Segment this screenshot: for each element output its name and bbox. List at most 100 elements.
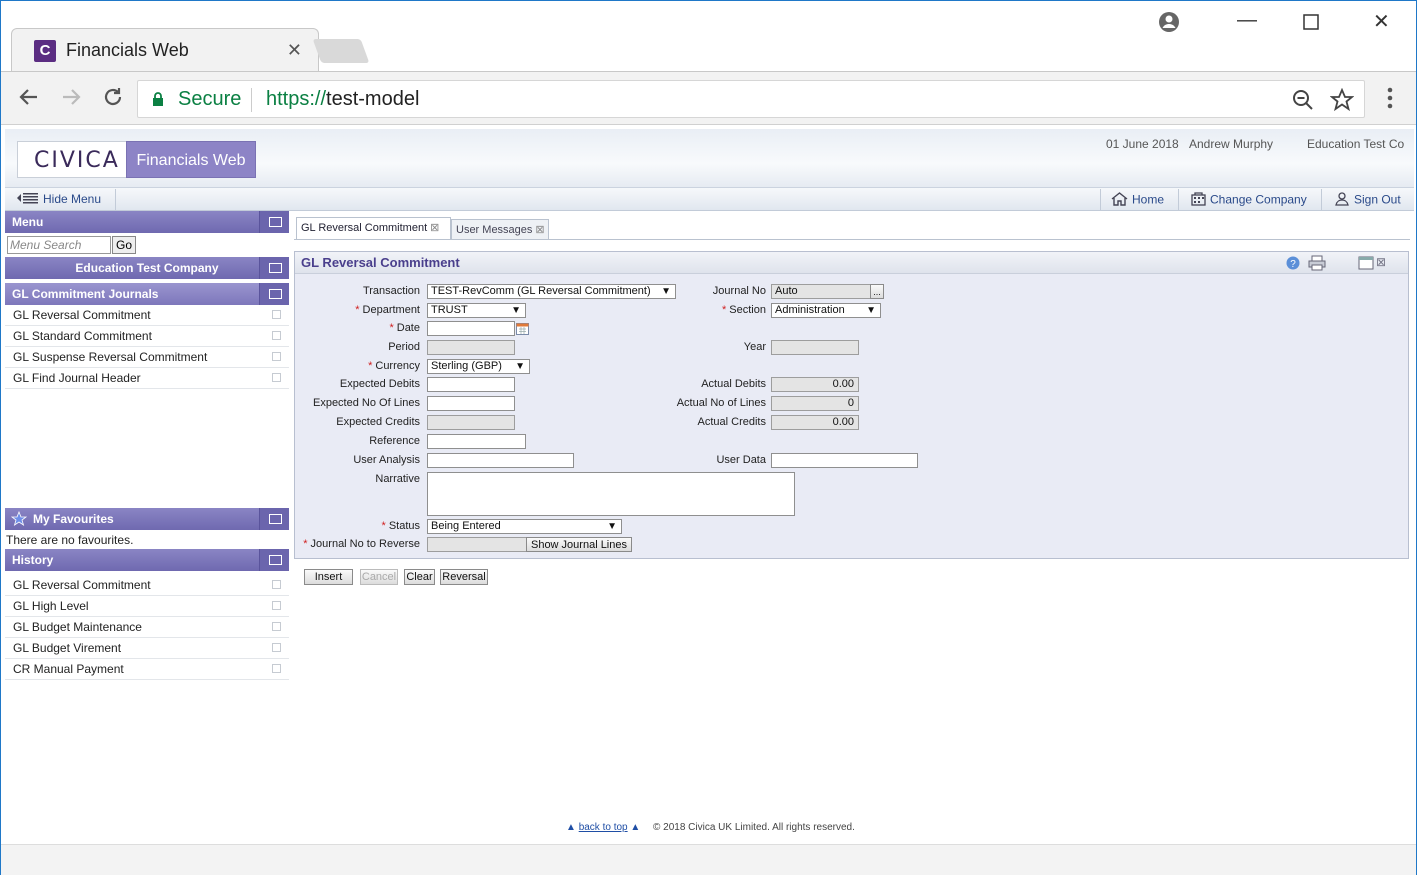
expected-debits-input[interactable] [427, 377, 515, 392]
expected-lines-input[interactable] [427, 396, 515, 411]
menu-search-input[interactable]: Menu Search [7, 236, 111, 254]
help-icon[interactable]: ? [1286, 256, 1300, 275]
close-window-icon[interactable]: ✕ [1373, 9, 1390, 34]
menu-search-go-button[interactable]: Go [112, 236, 136, 254]
open-window-icon[interactable] [272, 601, 281, 610]
open-window-icon[interactable] [272, 331, 281, 340]
reload-icon[interactable] [101, 85, 125, 116]
print-icon[interactable] [1308, 255, 1326, 276]
insert-button[interactable]: Insert [304, 569, 353, 585]
currency-select[interactable]: Sterling (GBP) ▼ [427, 359, 530, 374]
tab-close-icon[interactable]: ✕ [287, 40, 302, 61]
zoom-icon[interactable] [1292, 89, 1314, 116]
history-item-cr-manual-payment[interactable]: CR Manual Payment [5, 659, 289, 680]
url-text: https://test-model [266, 88, 420, 110]
date-label: * Date [389, 322, 420, 334]
tab-close-icon[interactable]: ⊠ [430, 222, 439, 234]
clear-button[interactable]: Clear [404, 569, 435, 585]
back-to-top-link[interactable]: ▲ back to top ▲ [566, 822, 640, 833]
section-select[interactable]: Administration ▼ [771, 303, 881, 318]
bookmark-star-icon[interactable] [1329, 87, 1355, 117]
header-date: 01 June 2018 [1106, 137, 1179, 151]
history-collapse-button[interactable] [259, 549, 289, 571]
app-menubar: Hide Menu Home Change Company Sign Out [5, 187, 1414, 211]
browser-tab[interactable]: C Financials Web ✕ [11, 28, 319, 72]
open-window-icon[interactable] [272, 373, 281, 382]
star-icon [10, 510, 28, 534]
sidebar-item-gl-find-journal-header[interactable]: GL Find Journal Header [5, 368, 289, 389]
back-arrow-icon[interactable] [17, 85, 41, 116]
user-signout-icon [1334, 192, 1350, 209]
user-data-label: User Data [716, 454, 766, 466]
home-button[interactable]: Home [1111, 192, 1164, 209]
history-item-gl-budget-virement[interactable]: GL Budget Virement [5, 638, 289, 659]
user-data-input[interactable] [771, 453, 918, 468]
sidebar-item-gl-suspense-reversal-commitment[interactable]: GL Suspense Reversal Commitment [5, 347, 289, 368]
tab-close-icon[interactable]: ⊠ [535, 224, 544, 236]
narrative-textarea[interactable] [427, 472, 795, 516]
profile-icon[interactable] [1158, 11, 1180, 39]
civica-favicon-icon: C [34, 40, 56, 62]
journal-no-field: Auto [771, 284, 871, 299]
calendar-icon[interactable] [516, 322, 529, 340]
expected-credits-label: Expected Credits [336, 416, 420, 428]
form-panel-header: GL Reversal Commitment ? ⊠ [295, 252, 1408, 274]
actual-credits-field: 0.00 [771, 415, 859, 430]
reference-input[interactable] [427, 434, 526, 449]
minimize-icon[interactable]: — [1237, 9, 1257, 32]
journals-header[interactable]: GL Commitment Journals [5, 283, 289, 305]
change-company-button[interactable]: Change Company [1191, 192, 1307, 209]
history-item-gl-reversal-commitment[interactable]: GL Reversal Commitment [5, 575, 289, 596]
open-window-icon[interactable] [272, 310, 281, 319]
journals-expand-button[interactable] [259, 283, 289, 305]
title-bar: C Financials Web ✕ — ✕ [1, 1, 1416, 72]
forward-arrow-icon[interactable] [59, 85, 83, 116]
tab-user-messages[interactable]: User Messages ⊠ [451, 219, 549, 239]
browser-toolbar: Secure https://test-model [1, 71, 1416, 125]
cancel-button[interactable]: Cancel [360, 569, 398, 585]
actual-lines-field: 0 [771, 396, 859, 411]
sidebar-item-gl-reversal-commitment[interactable]: GL Reversal Commitment [5, 305, 289, 326]
department-label: * Department [355, 304, 420, 316]
reversal-button[interactable]: Reversal [440, 569, 488, 585]
company-collapse-button[interactable] [259, 257, 289, 279]
window-icon [269, 555, 282, 565]
show-journal-lines-button[interactable]: Show Journal Lines [526, 537, 632, 552]
civica-logo: CIVICA [17, 141, 127, 178]
actual-debits-label: Actual Debits [701, 378, 766, 390]
open-window-icon[interactable] [272, 664, 281, 673]
department-select[interactable]: TRUST ▼ [427, 303, 526, 318]
open-window-icon[interactable] [272, 352, 281, 361]
panel-close-icon[interactable]: ⊠ [1376, 255, 1386, 269]
open-window-icon[interactable] [272, 580, 281, 589]
open-window-icon[interactable] [272, 643, 281, 652]
user-analysis-input[interactable] [427, 453, 574, 468]
history-item-gl-budget-maintenance[interactable]: GL Budget Maintenance [5, 617, 289, 638]
expected-lines-label: Expected No Of Lines [312, 397, 420, 409]
hide-menu-button[interactable]: Hide Menu [17, 192, 101, 207]
chevron-down-icon: ▼ [511, 305, 521, 316]
menu-collapse-button[interactable] [259, 211, 289, 233]
sign-out-button[interactable]: Sign Out [1334, 192, 1401, 209]
maximize-icon[interactable] [1303, 13, 1319, 36]
window-icon [269, 289, 282, 299]
date-input[interactable] [427, 321, 515, 336]
transaction-label: Transaction [362, 285, 420, 297]
brand-label: Financials Web [126, 141, 256, 178]
new-tab-button[interactable] [312, 39, 370, 63]
history-item-gl-high-level[interactable]: GL High Level [5, 596, 289, 617]
menubar-divider [1178, 189, 1179, 210]
address-bar[interactable]: Secure https://test-model [137, 80, 1365, 118]
journal-no-lookup-button[interactable]: ... [870, 284, 884, 299]
journal-no-label: Journal No [712, 285, 766, 297]
panel-window-icon[interactable] [1358, 256, 1374, 275]
favourites-collapse-button[interactable] [259, 508, 289, 530]
status-select[interactable]: Being Entered ▼ [427, 519, 622, 534]
app-area: CIVICA Financials Web 01 June 2018 Andre… [5, 129, 1414, 845]
reference-label: Reference [369, 435, 420, 447]
open-window-icon[interactable] [272, 622, 281, 631]
sidebar-item-gl-standard-commitment[interactable]: GL Standard Commitment [5, 326, 289, 347]
browser-menu-icon[interactable] [1386, 86, 1394, 117]
tab-title: Financials Web [66, 40, 189, 60]
tab-gl-reversal-commitment[interactable]: GL Reversal Commitment ⊠ [296, 217, 451, 239]
